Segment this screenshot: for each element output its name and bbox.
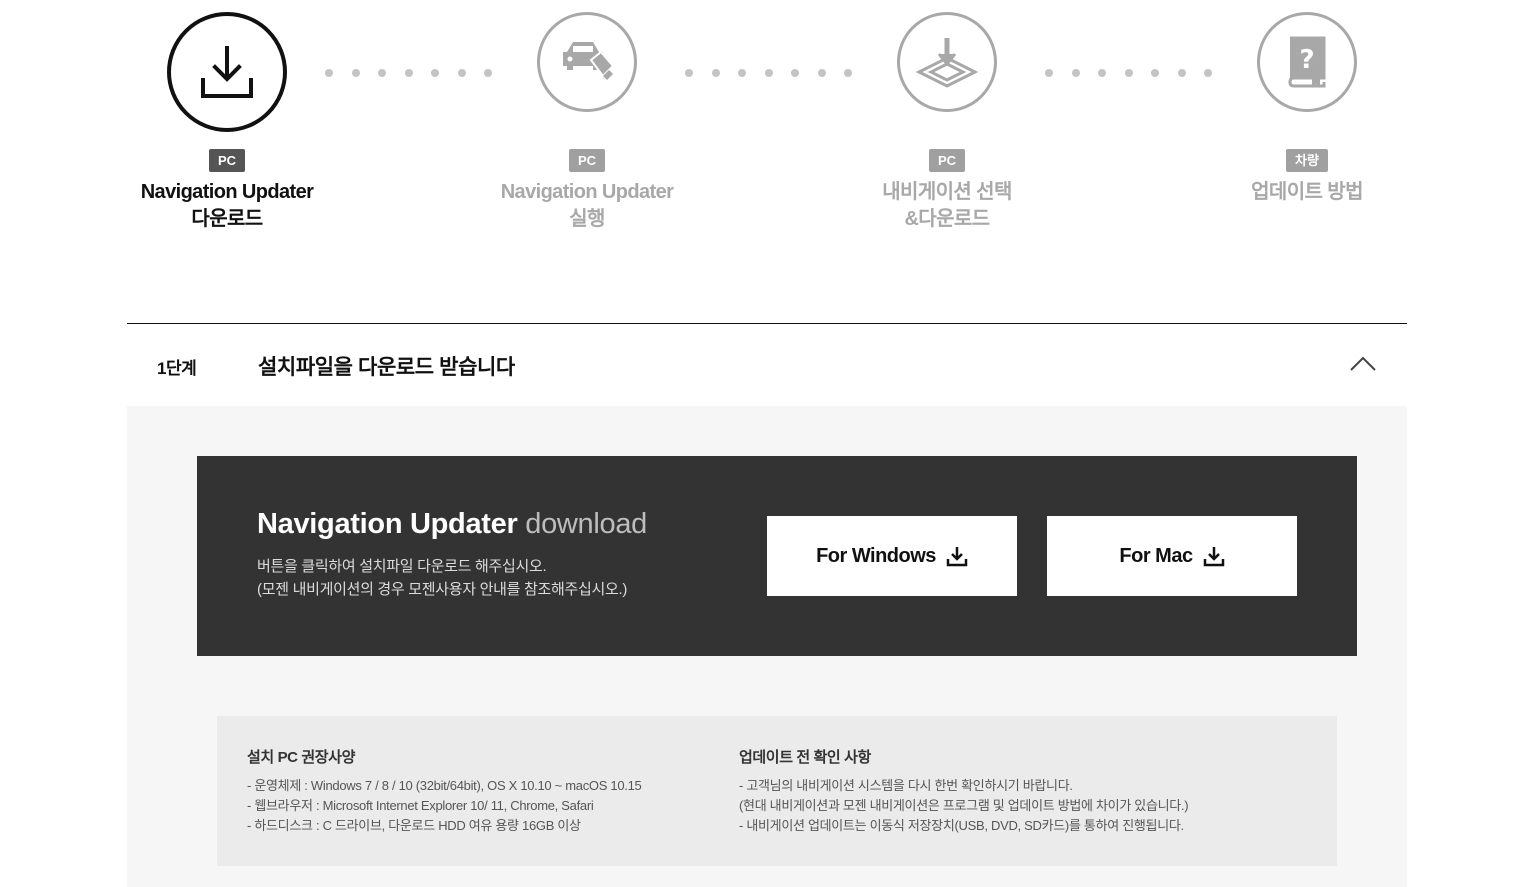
download-icon — [167, 12, 287, 132]
accordion-panel: Navigation Updater download 버튼을 클릭하여 설치파… — [127, 406, 1407, 887]
download-icon — [1203, 547, 1224, 567]
download-description: 버튼을 클릭하여 설치파일 다운로드 해주십시오. (모젠 내비게이션의 경우 … — [257, 558, 628, 598]
precheck-line: (현대 내비게이션과 모젠 내비게이션은 프로그램 및 업데이트 방법에 차이가… — [739, 798, 1189, 813]
download-heading: Navigation Updater download — [257, 508, 648, 540]
pc-requirements: 설치 PC 권장사양 - 운영체제 : Windows 7 / 8 / 10 (… — [247, 746, 642, 836]
svg-text:?: ? — [1299, 45, 1314, 75]
step-number: 1단계 — [157, 359, 197, 378]
step-progress: PC Navigation Updater 다운로드 PC Navigation… — [0, 0, 1515, 240]
precheck-line: - 고객님의 내비게이션 시스템을 다시 한번 확인하시기 바랍니다. — [739, 778, 1073, 793]
step-badge: 차량 — [1286, 149, 1328, 172]
button-label: For Windows — [816, 544, 936, 567]
step-1[interactable]: PC Navigation Updater 다운로드 — [107, 0, 347, 233]
step-badge: PC — [928, 149, 966, 172]
step-2[interactable]: PC Navigation Updater 실행 — [467, 0, 707, 233]
requirement-line: - 하드디스크 : C 드라이브, 다운로드 HDD 여유 용량 16GB 이상 — [247, 818, 581, 833]
chevron-up-icon[interactable] — [1349, 354, 1377, 374]
step-title: 내비게이션 선택 &다운로드 — [882, 181, 1012, 230]
step-badge: PC — [208, 149, 246, 172]
install-map-icon — [897, 12, 997, 112]
precheck-title: 업데이트 전 확인 사항 — [739, 749, 871, 766]
precheck-line: - 내비게이션 업데이트는 이동식 저장장치(USB, DVD, SD카드)를 … — [739, 818, 1184, 833]
step-4[interactable]: ? 차량 업데이트 방법 — [1187, 0, 1427, 206]
requirement-line: - 운영체제 : Windows 7 / 8 / 10 (32bit/64bit… — [247, 778, 642, 793]
info-box: 설치 PC 권장사양 - 운영체제 : Windows 7 / 8 / 10 (… — [217, 716, 1337, 866]
step-3[interactable]: PC 내비게이션 선택 &다운로드 — [827, 0, 1067, 233]
for-mac-button[interactable]: For Mac — [1047, 516, 1297, 596]
pre-update-check: 업데이트 전 확인 사항 - 고객님의 내비게이션 시스템을 다시 한번 확인하… — [739, 746, 1189, 836]
step-title: Navigation Updater 실행 — [500, 181, 674, 230]
step-title: 업데이트 방법 — [1251, 181, 1363, 203]
download-icon — [946, 547, 968, 567]
car-usb-icon — [537, 12, 637, 112]
download-box: Navigation Updater download 버튼을 클릭하여 설치파… — [197, 456, 1357, 656]
requirements-title: 설치 PC 권장사양 — [247, 749, 355, 766]
accordion-header[interactable]: 1단계 설치파일을 다운로드 받습니다 — [127, 324, 1407, 406]
for-windows-button[interactable]: For Windows — [767, 516, 1017, 596]
step-badge: PC — [568, 149, 606, 172]
help-book-icon: ? — [1257, 12, 1357, 112]
button-label: For Mac — [1119, 544, 1193, 567]
step-title: Navigation Updater 다운로드 — [140, 181, 314, 230]
requirement-line: - 웹브라우저 : Microsoft Internet Explorer 10… — [247, 798, 594, 813]
accordion-title: 설치파일을 다운로드 받습니다 — [258, 356, 515, 379]
